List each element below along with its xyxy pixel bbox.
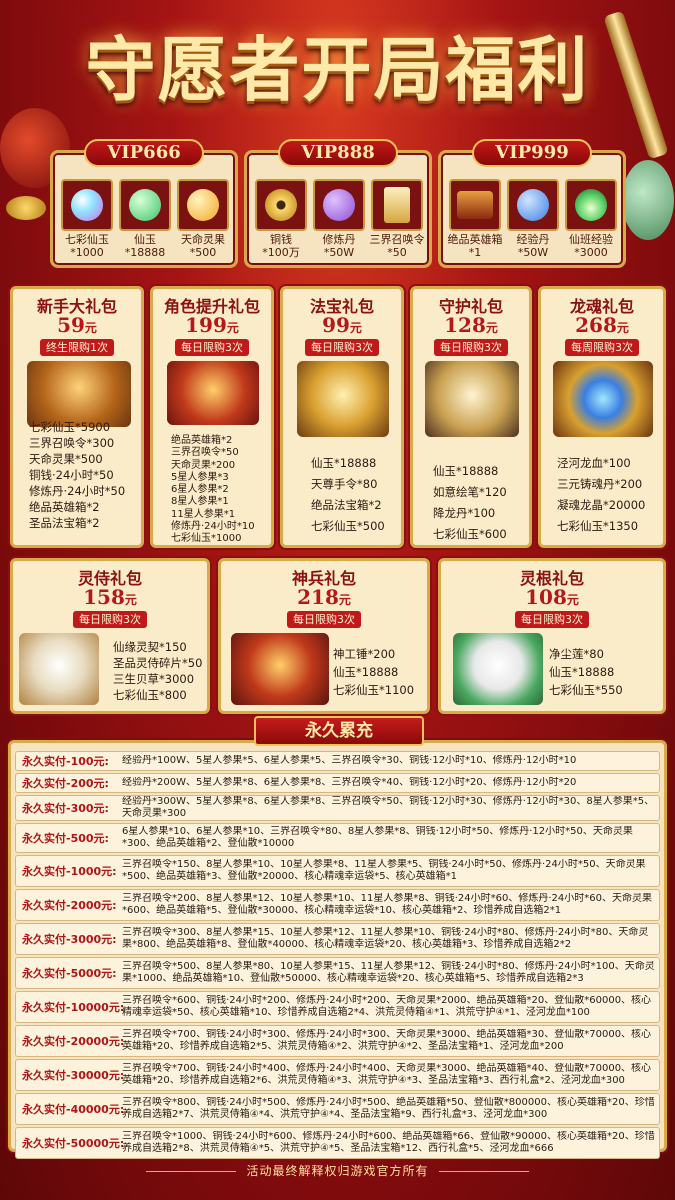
vip-item: 仙班经验 *3000	[563, 179, 619, 259]
recharge-row: 永久实付-200元: 经验丹*200W、5星人参果*8、6星人参果*8、三界召唤令…	[15, 773, 660, 793]
recharge-rewards: 经验丹*100W、5星人参果*5、6星人参果*5、三界召唤令*30、铜钱·12小…	[122, 755, 577, 766]
recharge-rewards: 经验丹*200W、5星人参果*8、6星人参果*8、三界召唤令*40、铜钱·12小…	[122, 777, 577, 788]
vip-item: 铜钱 *100万	[253, 179, 309, 259]
exp-pill-icon	[517, 189, 549, 221]
recharge-tier-label: 永久实付-2000元:	[22, 899, 117, 912]
recharge-row: 永久实付-100元: 经验丹*100W、5星人参果*5、6星人参果*5、三界召唤令…	[15, 751, 660, 771]
vip-label: VIP666	[84, 139, 204, 167]
footer-note: 活动最终解释权归游戏官方所有	[0, 1162, 675, 1179]
treasure-chest-icon	[457, 191, 493, 219]
vip-item: 七彩仙玉 *1000	[59, 179, 115, 259]
vip-box-999: VIP999 绝品英雄箱 *1 经验丹 *50W 仙班经验 *3000	[438, 139, 626, 268]
green-flame-icon	[575, 189, 607, 221]
coin-icon	[6, 196, 46, 220]
recharge-rewards: 三界召唤令*1000、铜钱·24小时*600、修炼丹·24小时*600、绝品英雄…	[122, 1131, 655, 1154]
recharge-tier-label: 永久实付-3000元:	[22, 933, 117, 946]
recharge-row: 永久实付-40000元: 三界召唤令*800、铜钱·24小时*500、修炼丹·24…	[15, 1093, 660, 1125]
brush-scroll-icon	[425, 361, 519, 437]
pack-card-weapon: 神兵礼包 218元 每日限购3次 神工锤*200 仙玉*18888 七彩仙玉*110…	[218, 558, 430, 714]
recharge-rewards: 6星人参果*10、6星人参果*10、三界召唤令*80、8星人参果*8、铜钱·12…	[122, 826, 633, 849]
recharge-tier-label: 永久实付-50000元:	[22, 1137, 125, 1150]
vip-item: 修炼丹 *50W	[311, 179, 367, 259]
copper-coin-icon	[265, 189, 297, 221]
recharge-row: 永久实付-30000元: 三界召唤令*700、铜钱·24小时*400、修炼丹·24…	[15, 1059, 660, 1091]
recharge-tier-label: 永久实付-5000元:	[22, 967, 117, 980]
recharge-tier-label: 永久实付-200元:	[22, 777, 109, 790]
recharge-rewards: 三界召唤令*700、铜钱·24小时*400、修炼丹·24小时*400、天命灵果*…	[122, 1063, 652, 1086]
fruit-icon	[187, 189, 219, 221]
pill-pot-icon	[323, 189, 355, 221]
recharge-tier-label: 永久实付-10000元:	[22, 1001, 125, 1014]
vip-item: 绝品英雄箱 *1	[447, 179, 503, 259]
recharge-rewards: 三界召唤令*200、8星人参果*12、10星人参果*10、11星人参果*8、铜钱…	[122, 893, 652, 916]
recharge-tier-label: 永久实付-20000元:	[22, 1035, 125, 1048]
rabbit-spirit-icon	[19, 633, 99, 705]
vip-box-888: VIP888 铜钱 *100万 修炼丹 *50W 三界召唤令 *50	[244, 139, 432, 268]
pack-card-dragon: 龙魂礼包 268元 每周限购3次 泾河龙血*100 三元铸魂丹*200 凝魂龙晶*2…	[538, 286, 666, 548]
recharge-rewards: 三界召唤令*150、8星人参果*10、10星人参果*8、11星人参果*5、铜钱·…	[122, 859, 646, 882]
pack-card-role: 角色提升礼包 199元 每日限购3次 绝品英雄箱*2 三界召唤令*50 天命灵果*2…	[150, 286, 274, 548]
pack-card-magic: 法宝礼包 99元 每日限购3次 仙玉*18888 天尊手令*80 绝品法宝箱*2 七彩…	[280, 286, 404, 548]
recharge-tier-label: 永久实付-500元:	[22, 832, 109, 845]
vip-label: VIP888	[278, 139, 398, 167]
recharge-row: 永久实付-1000元: 三界召唤令*150、8星人参果*10、10星人参果*8、1…	[15, 855, 660, 887]
recharge-rewards: 三界召唤令*300、8星人参果*15、10星人参果*12、11星人参果*10、铜…	[122, 927, 649, 950]
golden-teapot-icon	[297, 361, 389, 437]
recharge-tier-label: 永久实付-1000元:	[22, 865, 117, 878]
recharge-tier-label: 永久实付-100元:	[22, 755, 109, 768]
pack-card-root: 灵根礼包 108元 每日限购3次 净尘莲*80 仙玉*18888 七彩仙玉*550	[438, 558, 666, 714]
recharge-row: 永久实付-5000元: 三界召唤令*500、8星人参果*80、10星人参果*15、…	[15, 957, 660, 989]
vip-label: VIP999	[472, 139, 592, 167]
vip-item: 天命灵果 *500	[175, 179, 231, 259]
treasure-chest-icon	[27, 361, 131, 427]
vip-item: 三界召唤令 *50	[369, 179, 425, 259]
permanent-recharge-title: 永久累充	[254, 716, 424, 746]
hammer-icon	[231, 633, 329, 705]
recharge-row: 永久实付-50000元: 三界召唤令*1000、铜钱·24小时*600、修炼丹·2…	[15, 1127, 660, 1159]
recharge-rewards: 三界召唤令*600、铜钱·24小时*200、修炼丹·24小时*200、天命灵果*…	[122, 995, 652, 1018]
recharge-rewards: 经验丹*300W、5星人参果*8、6星人参果*8、三界召唤令*50、铜钱·12小…	[122, 796, 655, 819]
vip-item: 仙玉 *18888	[117, 179, 173, 259]
dragon-orb-icon	[553, 361, 653, 437]
recharge-row: 永久实付-500元: 6星人参果*10、6星人参果*10、三界召唤令*80、8星人…	[15, 823, 660, 853]
recharge-tier-label: 永久实付-300元:	[22, 802, 109, 815]
page-title: 守愿者开局福利	[85, 28, 590, 111]
recharge-row: 永久实付-20000元: 三界召唤令*700、铜钱·24小时*300、修炼丹·24…	[15, 1025, 660, 1057]
summon-token-icon	[384, 187, 410, 223]
pack-card-guard: 守护礼包 128元 每日限购3次 仙玉*18888 如意绘笔*120 降龙丹*100…	[410, 286, 532, 548]
pack-card-newbie: 新手大礼包 59元 终生限购1次 七彩仙玉*5900 三界召唤令*300 天命灵果*…	[10, 286, 144, 548]
recharge-row: 永久实付-10000元: 三界召唤令*600、铜钱·24小时*200、修炼丹·24…	[15, 991, 660, 1023]
recharge-rewards: 三界召唤令*800、铜钱·24小时*500、修炼丹·24小时*500、绝品英雄箱…	[122, 1097, 655, 1120]
recharge-row: 永久实付-3000元: 三界召唤令*300、8星人参果*15、10星人参果*12、…	[15, 923, 660, 955]
recharge-tier-label: 永久实付-40000元:	[22, 1103, 125, 1116]
vip-item: 经验丹 *50W	[505, 179, 561, 259]
permanent-recharge-panel: 永久实付-100元: 经验丹*100W、5星人参果*5、6星人参果*5、三界召唤令…	[8, 740, 667, 1159]
treasure-chest-icon	[167, 361, 259, 425]
vip-box-666: VIP666 七彩仙玉 *1000 仙玉 *18888 天命灵果 *500	[50, 139, 238, 268]
recharge-row: 永久实付-2000元: 三界召唤令*200、8星人参果*12、10星人参果*10、…	[15, 889, 660, 921]
lotus-icon	[453, 633, 543, 705]
rainbow-jade-icon	[71, 189, 103, 221]
jade-pot-icon	[622, 160, 674, 240]
recharge-rewards: 三界召唤令*700、铜钱·24小时*300、修炼丹·24小时*300、天命灵果*…	[122, 1029, 652, 1052]
recharge-rewards: 三界召唤令*500、8星人参果*80、10星人参果*15、11星人参果*12、铜…	[122, 961, 655, 984]
pack-card-spirit: 灵侍礼包 158元 每日限购3次 仙缘灵契*150 圣品灵侍碎片*50 三生贝草*3…	[10, 558, 210, 714]
jade-icon	[129, 189, 161, 221]
recharge-row: 永久实付-300元: 经验丹*300W、5星人参果*8、6星人参果*8、三界召唤令…	[15, 795, 660, 821]
recharge-tier-label: 永久实付-30000元:	[22, 1069, 125, 1082]
